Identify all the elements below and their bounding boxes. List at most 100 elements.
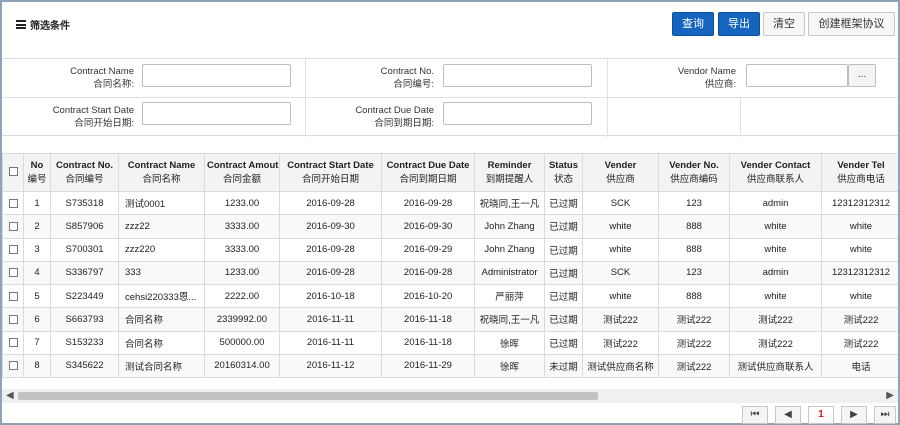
table-cell: 合同名称 [118,307,205,332]
table-cell: zzz220 [118,237,205,262]
vendor-name-input[interactable] [746,64,848,87]
table-cell: S223449 [50,283,119,309]
table-cell: 已过期 [544,307,583,332]
table-cell: Administrator [474,260,545,286]
table-cell: S153233 [50,330,119,355]
column-header: Contract Amout 合同金额 [204,153,280,192]
table-cell: 2016-09-28 [381,190,475,216]
table-row[interactable]: 3 S700301 zzz220 3333.00 2016-09-28 2016-09-2… [2,237,898,262]
table-cell: white [729,237,822,262]
table-cell: 2016-09-28 [279,237,382,262]
scroll-right-icon[interactable]: ▶ [886,391,894,401]
row-checkbox[interactable] [8,198,18,208]
table-row[interactable]: 2 S857906 zzz22 3333.00 2016-09-30 2016-09-30… [2,214,898,239]
row-checkbox[interactable] [8,338,18,348]
column-header: Contract Name 合同名称 [118,153,205,192]
table-cell: 7 [23,330,51,355]
table-row[interactable]: 8 S345622 测试合同名称 20160314.00 2016-11-12 2016-… [2,353,898,379]
row-checkbox[interactable] [8,268,18,278]
table-row[interactable]: 7 S153233 合同名称 500000.00 2016-11-11 2016-11-1… [2,330,898,355]
table-cell: 2222.00 [204,283,280,309]
table-cell: SCK [582,190,659,216]
table-cell: 祝晓同,王一凡 [474,307,545,332]
current-page-button[interactable]: 1 [808,406,834,424]
table-cell: 测试0001 [118,190,205,216]
row-checkbox[interactable] [8,245,18,255]
contract-name-input[interactable] [142,64,291,87]
table-cell: 888 [658,214,730,239]
table-cell: 500000.00 [204,330,280,355]
table-cell: 2016-11-11 [279,330,382,355]
table-cell: white [821,214,898,239]
table-cell: 测试供应商名称 [582,353,659,379]
table-cell: 2016-09-30 [381,214,475,239]
form-row-divider [2,97,898,98]
form-divider [305,59,306,137]
table-header-row: No 编号 Contract No. 合同编号 Contract Name 合同名称 Con… [2,153,898,192]
contract-table-container: No 编号 Contract No. 合同编号 Contract Name 合同名称 Con… [2,153,898,385]
contract-table: No 编号 Contract No. 合同编号 Contract Name 合同名称 Con… [2,153,898,379]
table-cell: S345622 [50,353,119,379]
horizontal-scrollbar[interactable]: ◀ ▶ [2,389,898,403]
filter-form: Contract Name 合同名称: Contract No. 合同编号: V… [2,58,898,137]
due-date-input[interactable] [443,102,592,125]
table-cell: 已过期 [544,190,583,216]
row-checkbox[interactable] [8,314,18,324]
table-cell: 8 [23,353,51,379]
table-cell: zzz22 [118,214,205,239]
table-cell: 333 [118,260,205,286]
next-page-button[interactable]: ▶ [841,406,867,424]
first-page-button[interactable]: ⏮ [742,406,768,424]
clear-button[interactable]: 清空 [763,12,805,36]
table-cell: 2016-10-18 [279,283,382,309]
table-cell: 未过期 [544,353,583,379]
table-cell: 2016-11-29 [381,353,475,379]
row-checkbox[interactable] [8,221,18,231]
row-select-cell [2,190,24,216]
contract-no-label: Contract No. 合同编号: [380,66,434,90]
table-row[interactable]: 5 S223449 cehsi220333恩... 2222.00 2016-10-18… [2,283,898,309]
table-cell: S336797 [50,260,119,286]
row-select-cell [2,283,24,309]
query-button[interactable]: 查询 [672,12,714,36]
vendor-picker-button[interactable]: ... [848,64,876,87]
table-cell: white [582,237,659,262]
create-framework-agreement-button[interactable]: 创建框架协议 [808,12,895,36]
table-cell: 1233.00 [204,260,280,286]
row-checkbox[interactable] [8,291,18,301]
table-cell: 测试222 [729,330,822,355]
table-cell: 888 [658,237,730,262]
export-button[interactable]: 导出 [718,12,760,36]
table-row[interactable]: 4 S336797 333 1233.00 2016-09-28 2016-09-28 Ad… [2,260,898,286]
start-date-input[interactable] [142,102,291,125]
table-cell: 2016-09-28 [279,190,382,216]
table-cell: white [729,283,822,309]
filter-title-text: 筛选条件 [30,21,70,32]
table-cell: 测试222 [821,307,898,332]
table-cell: 2016-09-28 [381,260,475,286]
column-header: Vender 供应商 [582,153,659,192]
last-page-button[interactable]: ⏭ [874,406,896,424]
table-cell: 已过期 [544,330,583,355]
table-row[interactable]: 6 S663793 合同名称 2339992.00 2016-11-11 2016-11-… [2,307,898,332]
table-row[interactable]: 1 S735318 测试0001 1233.00 2016-09-28 2016-09-2… [2,190,898,216]
form-divider [607,59,608,137]
table-cell: 2339992.00 [204,307,280,332]
row-select-cell [2,307,24,332]
table-cell: 2016-10-20 [381,283,475,309]
prev-page-button[interactable]: ◀ [775,406,801,424]
list-icon [16,20,26,29]
filter-title: 筛选条件 [16,17,70,32]
header-bar: 筛选条件 查询 导出 清空 创建框架协议 [2,2,898,44]
contract-no-input[interactable] [443,64,592,87]
row-select-cell [2,260,24,286]
row-select-cell [2,214,24,239]
table-cell: 电话 [821,353,898,379]
select-all-checkbox[interactable] [8,167,18,177]
scrollbar-thumb[interactable] [18,392,598,400]
table-cell: 3333.00 [204,237,280,262]
table-cell: white [582,214,659,239]
row-select-cell [2,353,24,379]
row-checkbox[interactable] [8,361,18,371]
scroll-left-icon[interactable]: ◀ [6,391,14,401]
